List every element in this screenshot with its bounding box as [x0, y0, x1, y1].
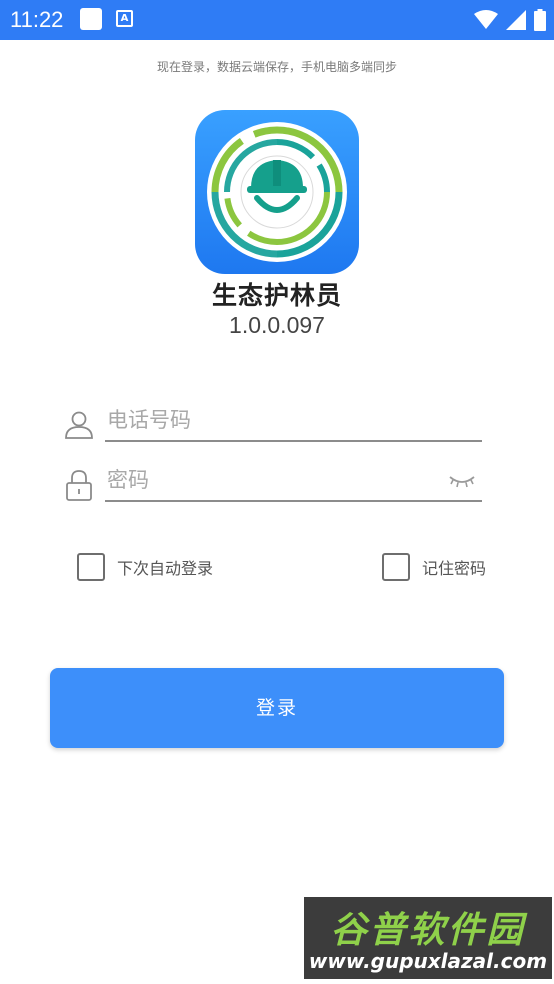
auto-login-label: 下次自动登录 — [117, 559, 214, 578]
site-watermark: 谷普软件园 www.gupuxlazal.com — [304, 897, 552, 979]
phone-field-row — [62, 400, 482, 448]
remember-password-option[interactable]: 记住密码 — [382, 551, 486, 583]
password-field-row — [62, 460, 482, 508]
app-name: 生态护林员 — [211, 281, 342, 310]
battery-icon — [534, 9, 546, 31]
forest-ranger-helmet-logo — [207, 122, 347, 262]
status-icons — [474, 6, 546, 34]
wifi-icon — [474, 10, 498, 29]
white-square-icon — [80, 8, 102, 30]
remember-password-label: 记住密码 — [422, 559, 487, 578]
password-input[interactable] — [105, 460, 482, 502]
auto-login-option[interactable]: 下次自动登录 — [77, 551, 213, 583]
app-logo — [195, 110, 359, 274]
eye-closed-icon[interactable] — [448, 472, 476, 490]
remember-password-checkbox[interactable] — [382, 553, 410, 581]
phone-input[interactable] — [105, 400, 482, 442]
app-version: 1.0.0.097 — [229, 312, 325, 338]
login-button[interactable]: 登录 — [50, 668, 504, 748]
status-time: 11:22 — [10, 7, 64, 32]
user-icon — [65, 411, 93, 439]
watermark-title: 谷普软件园 — [330, 910, 526, 951]
lock-icon — [66, 470, 92, 501]
status-bar: 11:22 A — [0, 0, 554, 40]
signal-icon — [506, 10, 526, 30]
auto-login-checkbox[interactable] — [77, 553, 105, 581]
a-badge-icon: A — [116, 10, 133, 27]
watermark-url: www.gupuxlazal.com — [308, 949, 548, 973]
login-hint: 现在登录，数据云端保存，手机电脑多端同步 — [156, 60, 397, 74]
